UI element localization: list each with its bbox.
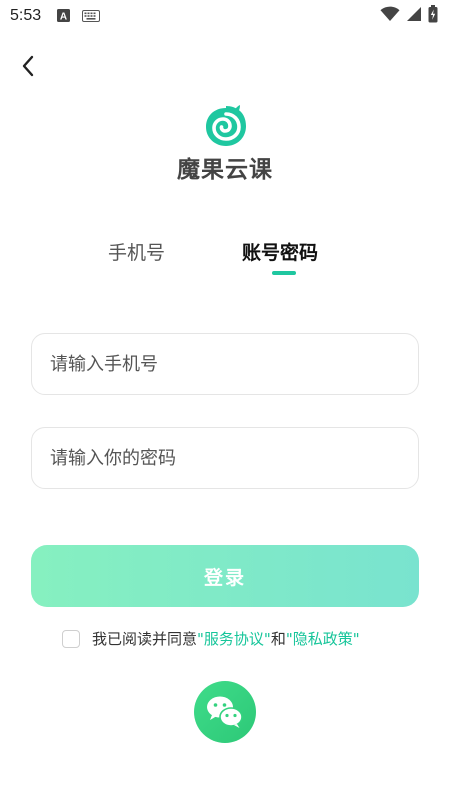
login-screen: 5:53 A 魔果云课 手机号 账号密码 请输入手机号 登录 我已阅读并同意 "… [0, 0, 450, 800]
back-button[interactable] [14, 52, 42, 80]
password-input[interactable] [32, 428, 418, 488]
tab-account-password[interactable]: 账号密码 [242, 238, 318, 265]
wifi-icon [380, 6, 400, 26]
active-tab-indicator [272, 271, 296, 275]
agreement-and: 和 [270, 630, 286, 648]
chevron-left-icon [22, 55, 34, 77]
app-logo [202, 102, 250, 150]
login-button[interactable]: 登录 [31, 545, 419, 607]
password-field [31, 427, 419, 489]
phone-input[interactable] [32, 334, 418, 394]
app-name: 魔果云课 [177, 157, 273, 183]
battery-charging-icon [428, 5, 438, 27]
privacy-policy-link[interactable]: "隐私政策" [286, 628, 360, 649]
font-a-icon: A [57, 7, 71, 26]
status-time: 5:53 [10, 7, 42, 24]
keyboard-icon [82, 7, 101, 26]
status-right-icons [380, 5, 438, 27]
status-bar: 5:53 A [0, 0, 450, 32]
agreement-checkbox[interactable] [62, 629, 80, 648]
signal-icon [406, 6, 422, 26]
service-agreement-link[interactable]: "服务协议" [197, 628, 271, 649]
tab-phone[interactable]: 手机号 [108, 238, 165, 265]
phone-field [31, 333, 419, 395]
status-left-icons: A [57, 7, 101, 26]
wechat-login-button[interactable] [194, 681, 256, 743]
svg-text:A: A [60, 11, 67, 22]
agreement-row: 我已阅读并同意 "服务协议" 和 "隐私政策" [62, 628, 360, 649]
wechat-icon [207, 696, 243, 728]
agreement-prefix: 我已阅读并同意 [92, 630, 198, 648]
login-tabs: 手机号 账号密码 [0, 238, 450, 278]
leaf-swirl-logo [206, 105, 246, 146]
